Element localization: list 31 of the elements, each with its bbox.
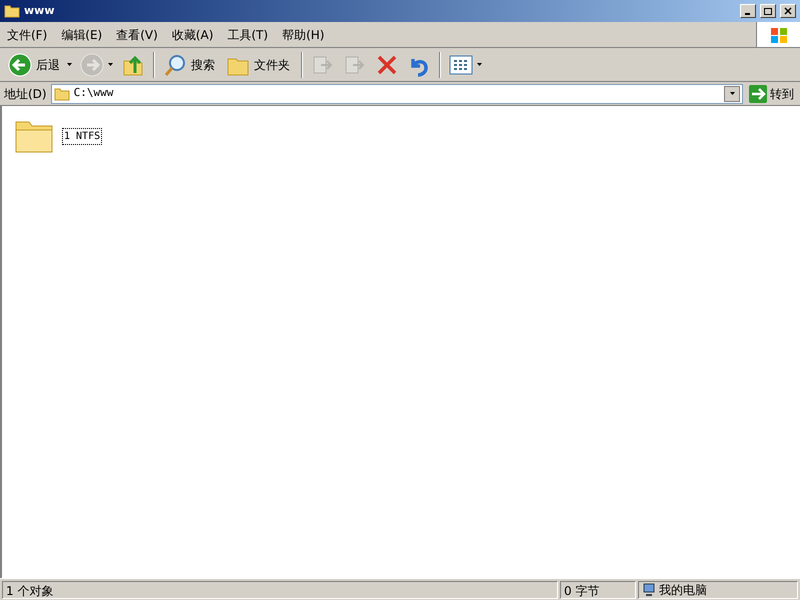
address-label: 地址(D): [4, 86, 47, 102]
go-button[interactable]: 转到: [747, 84, 796, 102]
status-zone: 我的电脑: [638, 580, 798, 598]
menu-item[interactable]: 收藏(A): [164, 24, 220, 44]
folder-icon: [4, 4, 20, 18]
folder-name[interactable]: 1 NTFS: [62, 128, 102, 144]
window-title: www: [24, 2, 54, 19]
search-button[interactable]: 搜索: [161, 50, 220, 78]
menu-item[interactable]: 查看(V): [109, 24, 165, 44]
menu-item[interactable]: 文件(F): [0, 24, 54, 44]
caret-icon: [730, 92, 734, 95]
dropdown-button[interactable]: [724, 86, 740, 102]
folders-button[interactable]: 文件夹: [224, 50, 295, 78]
maximize-icon: [764, 7, 772, 15]
menu-item[interactable]: 编辑(E): [54, 24, 110, 44]
close-button[interactable]: [780, 4, 796, 18]
menu-item[interactable]: 工具(T): [220, 24, 276, 44]
windows-logo-icon: [768, 26, 788, 44]
maximize-button[interactable]: [760, 4, 776, 18]
folder-icon: [54, 86, 70, 100]
computer-icon: [642, 582, 656, 596]
minimize-button[interactable]: [740, 4, 756, 18]
go-arrow-icon: [749, 84, 767, 102]
status-size: 0 字节: [560, 580, 636, 598]
views-grid-icon: [449, 52, 473, 76]
back-button[interactable]: 后退: [6, 50, 74, 78]
menu-item[interactable]: 帮助(H): [275, 24, 332, 44]
status-object-count: 1 个对象: [2, 580, 558, 598]
close-icon: [784, 7, 792, 15]
search-icon: [163, 52, 187, 76]
address-field[interactable]: C:\www: [50, 84, 743, 104]
